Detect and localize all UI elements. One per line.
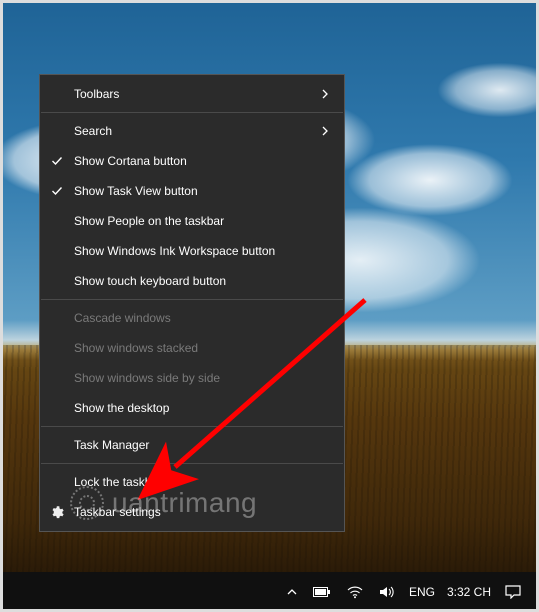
menu-separator [41,463,343,464]
menu-separator [41,426,343,427]
menu-item-label: Show windows stacked [74,341,198,355]
tray-overflow-button[interactable] [279,572,305,612]
check-icon [50,154,64,168]
menu-item-show-task-view[interactable]: Show Task View button [40,176,344,206]
taskbar[interactable]: ENG 3:32 CH [0,572,539,612]
tray-action-center-icon[interactable] [497,572,529,612]
tray-clock[interactable]: 3:32 CH [441,572,497,612]
menu-item-show-cortana[interactable]: Show Cortana button [40,146,344,176]
menu-item-show-desktop[interactable]: Show the desktop [40,393,344,423]
chevron-up-icon [287,587,297,597]
battery-icon [313,586,331,598]
taskbar-context-menu: Toolbars Search Show Cortana button Show… [39,74,345,532]
menu-item-label: Toolbars [74,87,119,101]
menu-item-show-ink[interactable]: Show Windows Ink Workspace button [40,236,344,266]
menu-item-show-touch-keyboard[interactable]: Show touch keyboard button [40,266,344,296]
menu-item-task-manager[interactable]: Task Manager [40,430,344,460]
menu-item-show-people[interactable]: Show People on the taskbar [40,206,344,236]
wifi-icon [347,585,363,599]
menu-item-windows-side-by-side: Show windows side by side [40,363,344,393]
menu-item-toolbars[interactable]: Toolbars [40,79,344,109]
menu-item-label: Task Manager [74,438,149,452]
tray-ime-indicator[interactable]: ENG [403,572,441,612]
clock-time: 3:32 CH [447,585,491,599]
menu-item-label: Show Windows Ink Workspace button [74,244,275,258]
menu-item-label: Lock the taskbar [74,475,162,489]
menu-item-label: Show the desktop [74,401,169,415]
menu-separator [41,299,343,300]
chevron-right-icon [320,126,330,136]
menu-item-cascade-windows: Cascade windows [40,303,344,333]
chevron-right-icon [320,89,330,99]
show-desktop-button[interactable] [529,572,535,612]
tray-wifi-icon[interactable] [339,572,371,612]
menu-item-label: Show Task View button [74,184,198,198]
gear-icon [48,504,64,520]
menu-separator [41,112,343,113]
menu-item-label: Cascade windows [74,311,171,325]
tray-battery-icon[interactable] [305,572,339,612]
menu-item-windows-stacked: Show windows stacked [40,333,344,363]
menu-item-label: Show touch keyboard button [74,274,226,288]
speaker-icon [379,585,395,599]
tray-volume-icon[interactable] [371,572,403,612]
menu-item-label: Show People on the taskbar [74,214,224,228]
menu-item-label: Taskbar settings [74,505,161,519]
menu-item-lock-taskbar[interactable]: Lock the taskbar [40,467,344,497]
check-icon [50,184,64,198]
ime-label: ENG [409,585,435,599]
notification-icon [505,585,521,599]
menu-item-label: Show windows side by side [74,371,220,385]
system-tray: ENG 3:32 CH [279,572,535,612]
menu-item-label: Show Cortana button [74,154,187,168]
menu-item-label: Search [74,124,112,138]
menu-item-taskbar-settings[interactable]: Taskbar settings [40,497,344,527]
menu-item-search[interactable]: Search [40,116,344,146]
